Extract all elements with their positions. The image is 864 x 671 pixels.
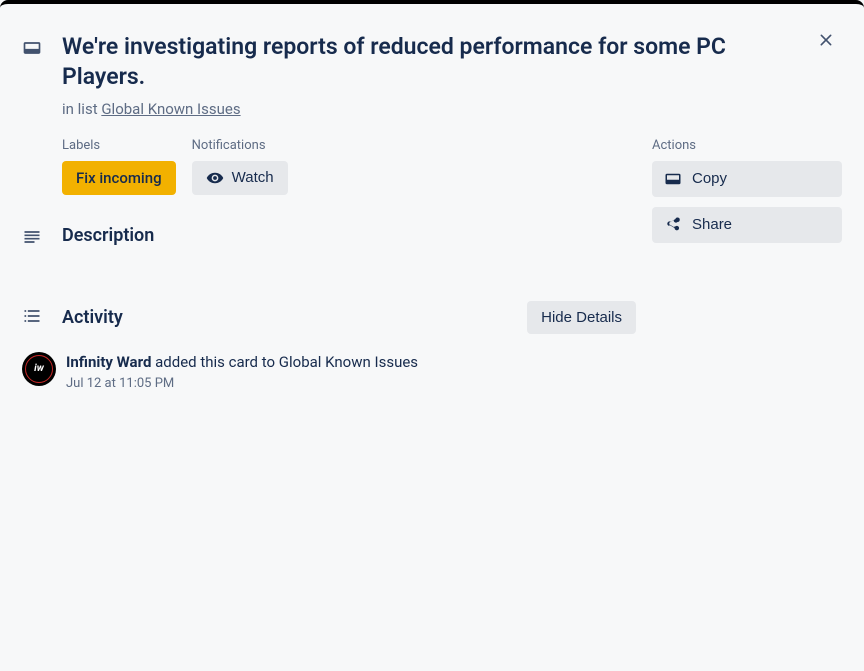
close-button[interactable]	[810, 24, 842, 56]
activity-item: iw Infinity Ward added this card to Glob…	[22, 352, 636, 391]
labels-heading: Labels	[62, 138, 176, 153]
notifications-heading: Notifications	[192, 138, 288, 153]
activity-text: Infinity Ward added this card to Global …	[66, 352, 418, 373]
hide-details-button[interactable]: Hide Details	[527, 301, 636, 334]
card-meta-row: Labels Fix incoming Notifications Watch	[62, 138, 636, 195]
description-icon	[22, 227, 50, 251]
copy-label: Copy	[692, 170, 727, 187]
actions-heading: Actions	[652, 138, 842, 153]
card-header: We're investigating reports of reduced p…	[0, 4, 864, 138]
activity-action: added this card to Global Known Issues	[151, 353, 418, 371]
share-button[interactable]: Share	[652, 207, 842, 243]
card-dialog: We're investigating reports of reduced p…	[0, 0, 864, 671]
card-copy-icon	[664, 170, 682, 188]
activity-timestamp[interactable]: Jul 12 at 11:05 PM	[66, 376, 418, 391]
in-list-text: in list Global Known Issues	[62, 100, 804, 118]
notifications-block: Notifications Watch	[192, 138, 288, 195]
card-icon	[22, 38, 50, 62]
description-section: Description	[22, 225, 636, 251]
activity-icon	[22, 306, 50, 330]
list-link[interactable]: Global Known Issues	[101, 100, 240, 118]
activity-title: Activity	[62, 307, 123, 328]
close-icon	[816, 30, 836, 50]
avatar[interactable]: iw	[22, 352, 56, 386]
share-icon	[664, 216, 682, 234]
watch-label: Watch	[232, 169, 274, 186]
copy-button[interactable]: Copy	[652, 161, 842, 197]
watch-button[interactable]: Watch	[192, 161, 288, 195]
description-title: Description	[62, 225, 636, 246]
activity-author[interactable]: Infinity Ward	[66, 353, 151, 371]
label-chip-fix-incoming[interactable]: Fix incoming	[62, 161, 176, 195]
actions-sidebar: Actions Copy Share	[652, 138, 842, 391]
activity-header: Activity Hide Details	[22, 301, 636, 334]
eye-icon	[206, 169, 224, 187]
share-label: Share	[692, 216, 732, 233]
card-title[interactable]: We're investigating reports of reduced p…	[62, 32, 804, 92]
labels-block: Labels Fix incoming	[62, 138, 176, 195]
